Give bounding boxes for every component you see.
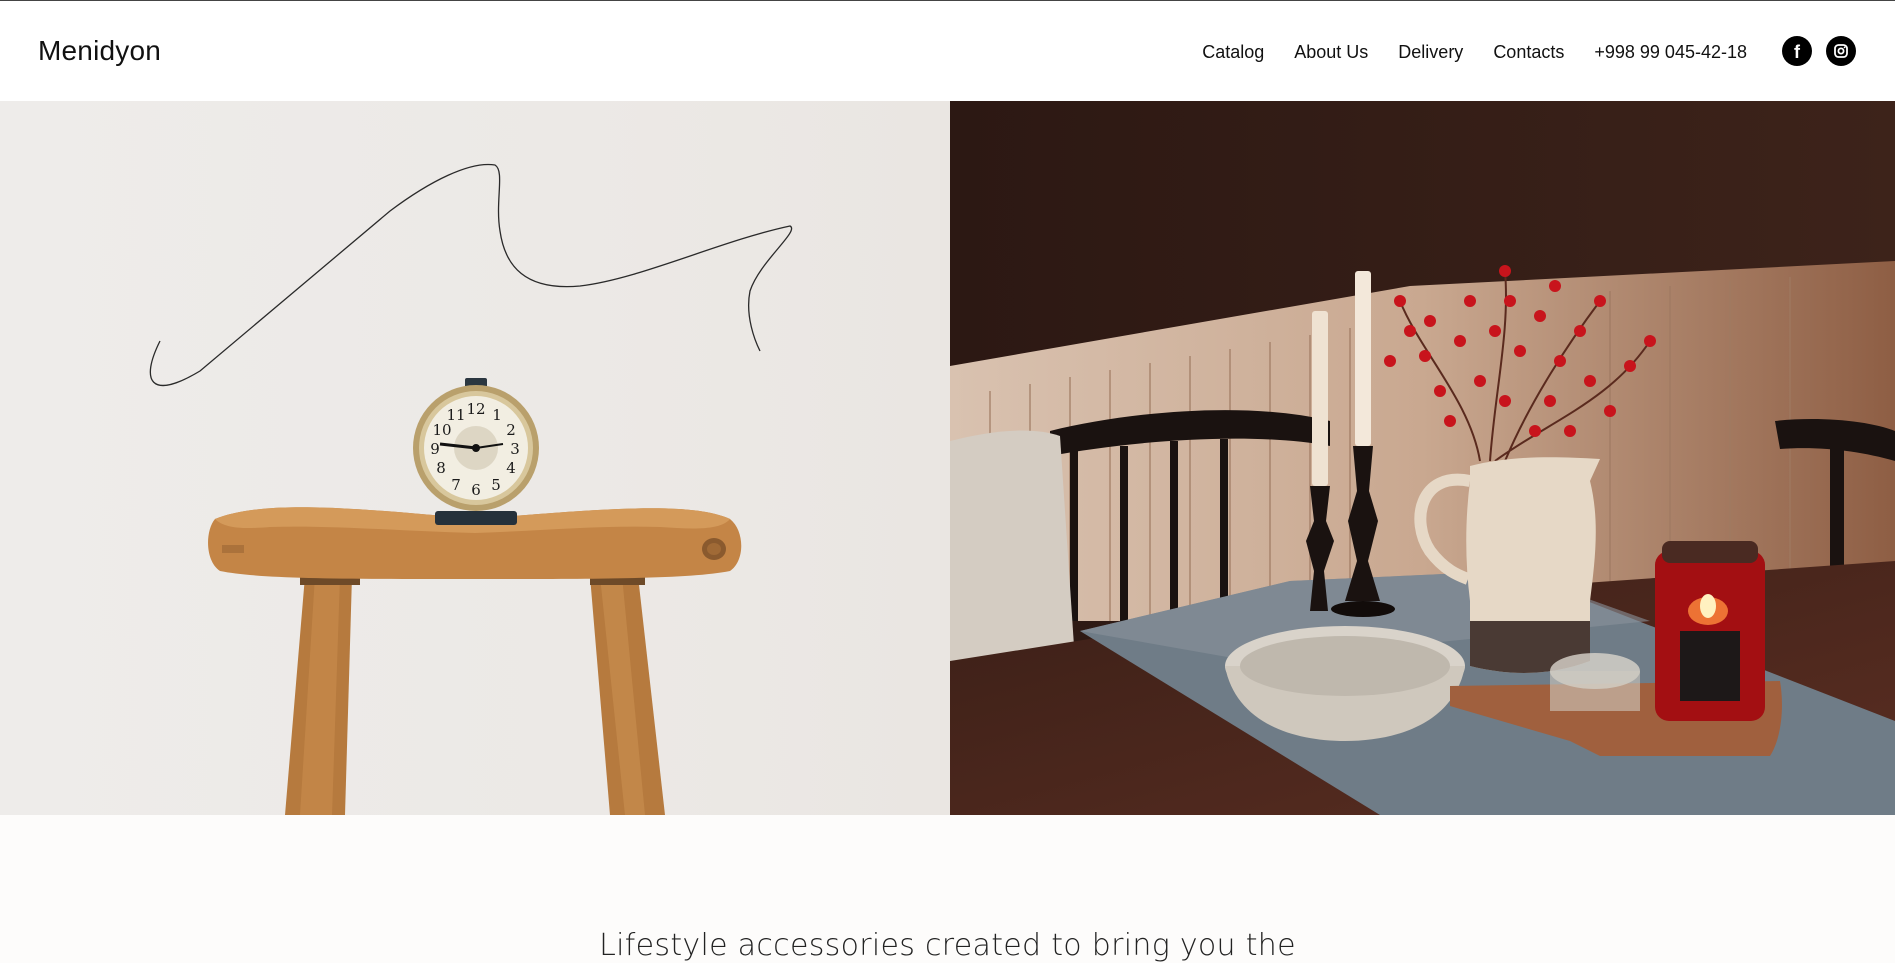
hero-image-right <box>950 101 1895 815</box>
svg-text:4: 4 <box>506 459 516 477</box>
facebook-link[interactable]: f <box>1782 36 1812 66</box>
svg-text:5: 5 <box>491 476 501 494</box>
svg-text:6: 6 <box>471 481 481 499</box>
nav-about-us[interactable]: About Us <box>1294 41 1368 63</box>
tagline: Lifestyle accessories created to bring y… <box>599 928 1296 963</box>
hero-image-left: 12 1 2 3 4 5 6 7 8 9 10 11 <box>0 101 950 815</box>
svg-text:11: 11 <box>446 406 465 424</box>
svg-text:1: 1 <box>492 406 502 424</box>
logo[interactable]: Menidyon <box>38 35 161 67</box>
svg-text:9: 9 <box>430 440 440 458</box>
svg-text:12: 12 <box>466 400 485 418</box>
decorative-squiggle <box>149 163 793 387</box>
svg-text:7: 7 <box>451 476 461 494</box>
stool <box>208 507 742 815</box>
instagram-link[interactable] <box>1826 36 1856 66</box>
site-header: Menidyon Catalog About Us Delivery Conta… <box>0 1 1895 101</box>
hero-section: 12 1 2 3 4 5 6 7 8 9 10 11 <box>0 101 1895 815</box>
social-links: f <box>1782 36 1856 66</box>
svg-text:2: 2 <box>506 421 516 439</box>
svg-text:3: 3 <box>510 440 520 458</box>
alarm-clock: 12 1 2 3 4 5 6 7 8 9 10 11 <box>413 378 539 525</box>
facebook-icon: f <box>1794 42 1800 62</box>
phone-link[interactable]: +998 99 045-42-18 <box>1594 41 1747 63</box>
nav-delivery[interactable]: Delivery <box>1398 41 1463 63</box>
instagram-icon <box>1834 44 1848 58</box>
nav-catalog[interactable]: Catalog <box>1202 41 1264 63</box>
nav-contacts[interactable]: Contacts <box>1493 41 1564 63</box>
main-nav: Catalog About Us Delivery Contacts +998 … <box>1202 41 1747 63</box>
svg-text:8: 8 <box>436 459 446 477</box>
